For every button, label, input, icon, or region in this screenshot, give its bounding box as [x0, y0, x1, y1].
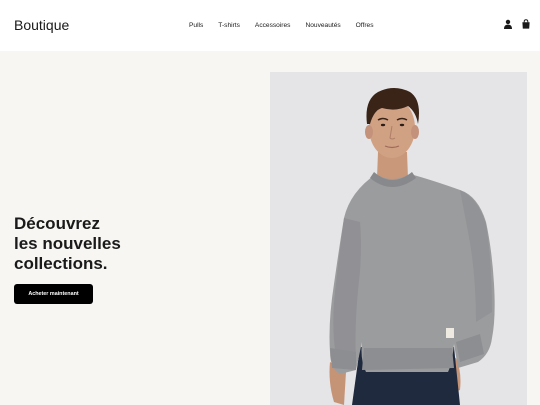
hero-title-line: Découvrez — [14, 214, 100, 233]
nav-item-accessoires[interactable]: Accessoires — [255, 21, 291, 30]
hero-product-image — [270, 72, 527, 405]
hero-title: Découvrez les nouvelles collections. — [14, 214, 174, 274]
hero-title-line: les nouvelles — [14, 234, 121, 253]
site-header: Boutique Pulls T-shirts Accessoires Nouv… — [0, 0, 540, 51]
header-actions — [503, 19, 531, 29]
hero-title-line: collections. — [14, 254, 108, 273]
nav-item-nouveautes[interactable]: Nouveautés — [305, 21, 340, 30]
brand-logo[interactable]: Boutique — [14, 17, 69, 34]
nav-item-offres[interactable]: Offres — [356, 21, 374, 30]
main-nav: Pulls T-shirts Accessoires Nouveautés Of… — [189, 21, 374, 30]
user-icon[interactable] — [503, 19, 513, 29]
nav-item-pulls[interactable]: Pulls — [189, 21, 203, 30]
nav-item-t-shirts[interactable]: T-shirts — [218, 21, 240, 30]
shopping-bag-icon[interactable] — [521, 19, 531, 29]
shop-now-button[interactable]: Acheter maintenant — [14, 284, 93, 304]
model-in-grey-sweater-illustration — [329, 88, 495, 405]
